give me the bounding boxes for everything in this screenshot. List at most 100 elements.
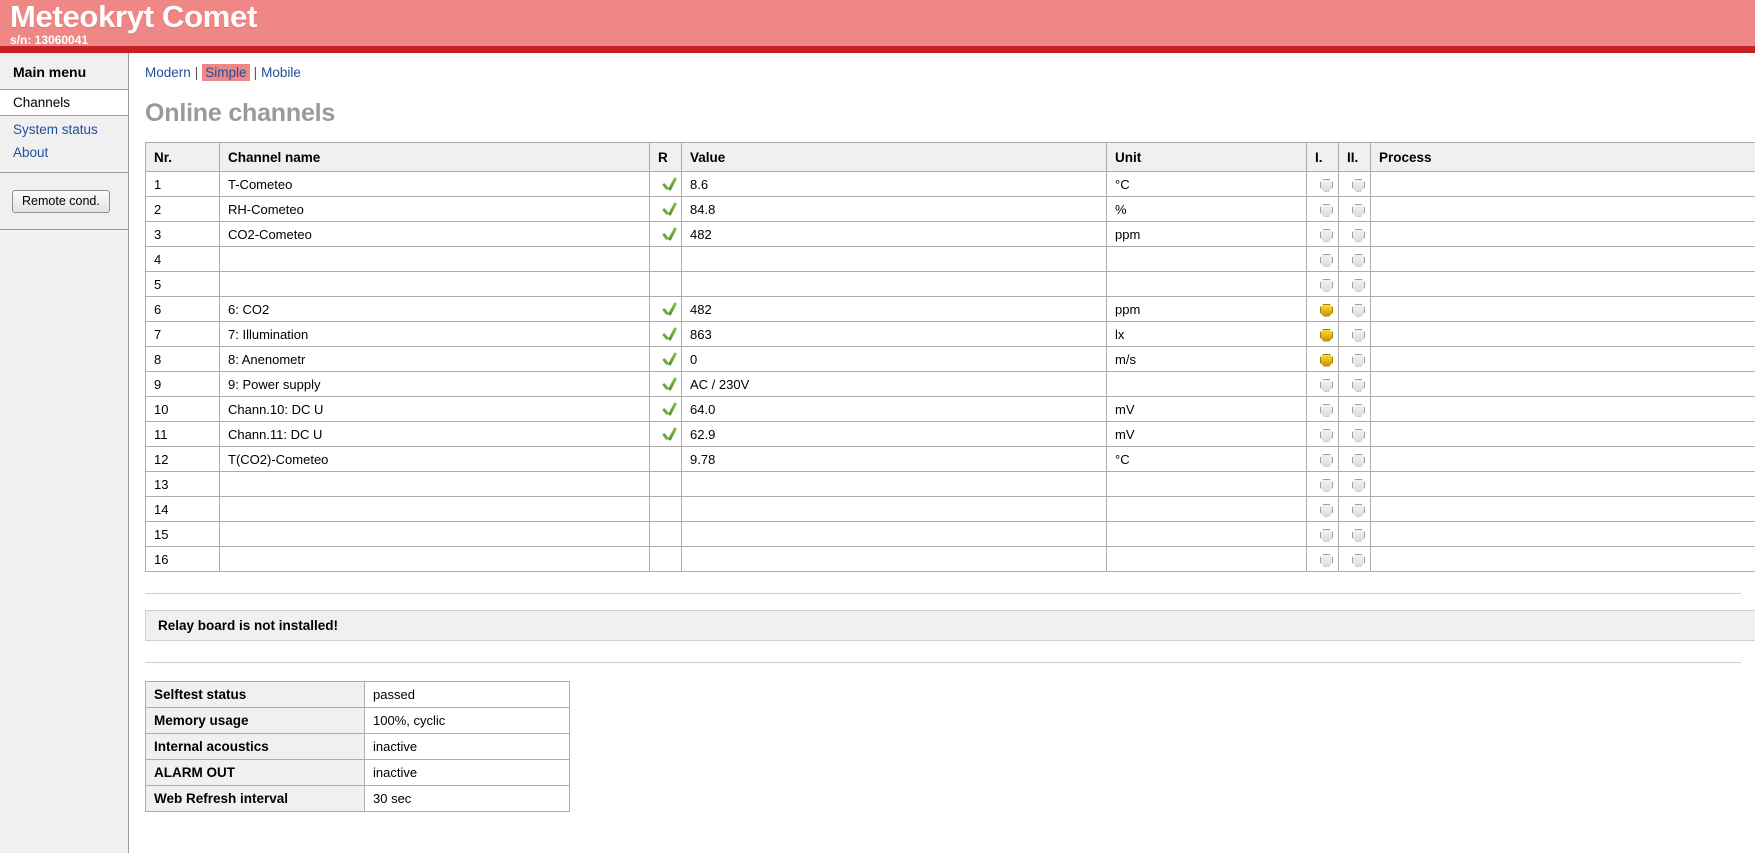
sidebar-item-channels[interactable]: Channels	[0, 90, 128, 116]
cell-indicator-ii	[1338, 246, 1371, 272]
led-indicator-on-icon[interactable]	[1320, 303, 1333, 317]
led-indicator-off-icon[interactable]	[1320, 203, 1333, 217]
led-indicator-off-icon[interactable]	[1352, 203, 1365, 217]
view-mode-modern[interactable]: Modern	[145, 65, 191, 80]
cell-nr: 9	[145, 371, 220, 397]
cell-name: T(CO2)-Cometeo	[219, 446, 650, 472]
sidebar-menu: Channels System status About	[0, 90, 128, 173]
led-indicator-off-icon[interactable]	[1352, 528, 1365, 542]
table-row: 14	[145, 496, 1755, 522]
cell-name: T-Cometeo	[219, 171, 650, 197]
led-indicator-off-icon[interactable]	[1352, 478, 1365, 492]
page-root: Meteokryt Comet s/n: 13060041 Main menu …	[0, 0, 1755, 854]
led-indicator-off-icon[interactable]	[1352, 328, 1365, 342]
cell-indicator-i	[1306, 546, 1339, 572]
cell-indicator-ii	[1338, 321, 1371, 347]
check-icon	[662, 228, 677, 242]
cell-process	[1370, 296, 1755, 322]
sidebar: Main menu Channels System status About R…	[0, 53, 129, 853]
status-row: Memory usage 100%, cyclic	[145, 707, 570, 734]
cell-indicator-i	[1306, 446, 1339, 472]
cell-value	[681, 521, 1107, 547]
table-row: 1 T-Cometeo 8.6 °C	[145, 171, 1755, 197]
section-divider-2	[145, 662, 1741, 663]
led-indicator-off-icon[interactable]	[1352, 228, 1365, 242]
view-mode-simple[interactable]: Simple	[202, 64, 250, 81]
cell-r	[649, 271, 682, 297]
cell-name	[219, 546, 650, 572]
led-indicator-off-icon[interactable]	[1320, 428, 1333, 442]
cell-indicator-ii	[1338, 471, 1371, 497]
status-value: inactive	[364, 733, 570, 760]
table-row: 8 8: Anenometr 0 m/s	[145, 346, 1755, 372]
cell-indicator-i	[1306, 421, 1339, 447]
led-indicator-off-icon[interactable]	[1352, 353, 1365, 367]
led-indicator-off-icon[interactable]	[1320, 228, 1333, 242]
sidebar-item-about[interactable]: About	[0, 141, 128, 164]
view-mode-mobile[interactable]: Mobile	[261, 65, 301, 80]
col-header-name: Channel name	[219, 142, 650, 172]
led-indicator-off-icon[interactable]	[1320, 278, 1333, 292]
cell-unit: °C	[1106, 171, 1307, 197]
led-indicator-off-icon[interactable]	[1352, 178, 1365, 192]
cell-nr: 1	[145, 171, 220, 197]
table-row: 5	[145, 271, 1755, 297]
led-indicator-off-icon[interactable]	[1352, 378, 1365, 392]
cell-unit	[1106, 471, 1307, 497]
cell-indicator-ii	[1338, 221, 1371, 247]
cell-r	[649, 321, 682, 347]
header-rule	[0, 46, 1755, 53]
cell-r	[649, 546, 682, 572]
status-value: passed	[364, 681, 570, 708]
led-indicator-off-icon[interactable]	[1320, 478, 1333, 492]
led-indicator-off-icon[interactable]	[1320, 503, 1333, 517]
cell-unit: %	[1106, 196, 1307, 222]
cell-nr: 6	[145, 296, 220, 322]
cell-process	[1370, 546, 1755, 572]
cell-nr: 11	[145, 421, 220, 447]
led-indicator-off-icon[interactable]	[1320, 553, 1333, 567]
cell-value: 8.6	[681, 171, 1107, 197]
led-indicator-off-icon[interactable]	[1320, 528, 1333, 542]
cell-name: CO2-Cometeo	[219, 221, 650, 247]
led-indicator-off-icon[interactable]	[1352, 553, 1365, 567]
status-table-wrapper: Selftest status passed Memory usage 100%, c…	[145, 681, 1755, 812]
led-indicator-off-icon[interactable]	[1320, 253, 1333, 267]
led-indicator-off-icon[interactable]	[1352, 428, 1365, 442]
check-icon	[662, 353, 677, 367]
cell-indicator-ii	[1338, 296, 1371, 322]
cell-name: Chann.11: DC U	[219, 421, 650, 447]
led-indicator-off-icon[interactable]	[1320, 378, 1333, 392]
check-icon	[662, 178, 677, 192]
cell-name	[219, 496, 650, 522]
cell-nr: 10	[145, 396, 220, 422]
cell-name: 6: CO2	[219, 296, 650, 322]
led-indicator-off-icon[interactable]	[1320, 403, 1333, 417]
cell-r	[649, 196, 682, 222]
cell-r	[649, 296, 682, 322]
status-label: ALARM OUT	[145, 759, 365, 786]
cell-name: 9: Power supply	[219, 371, 650, 397]
led-indicator-off-icon[interactable]	[1352, 403, 1365, 417]
remote-cond-button[interactable]: Remote cond.	[12, 190, 110, 213]
led-indicator-off-icon[interactable]	[1352, 503, 1365, 517]
sidebar-item-system-status[interactable]: System status	[0, 118, 128, 141]
cell-process	[1370, 171, 1755, 197]
cell-process	[1370, 421, 1755, 447]
led-indicator-off-icon[interactable]	[1320, 453, 1333, 467]
cell-indicator-ii	[1338, 196, 1371, 222]
cell-name: 7: Illumination	[219, 321, 650, 347]
cell-name	[219, 271, 650, 297]
cell-value: 0	[681, 346, 1107, 372]
status-value: inactive	[364, 759, 570, 786]
led-indicator-on-icon[interactable]	[1320, 328, 1333, 342]
cell-indicator-ii	[1338, 271, 1371, 297]
led-indicator-off-icon[interactable]	[1352, 303, 1365, 317]
led-indicator-off-icon[interactable]	[1352, 253, 1365, 267]
led-indicator-on-icon[interactable]	[1320, 353, 1333, 367]
led-indicator-off-icon[interactable]	[1320, 178, 1333, 192]
cell-indicator-i	[1306, 471, 1339, 497]
led-indicator-off-icon[interactable]	[1352, 278, 1365, 292]
table-row: 4	[145, 246, 1755, 272]
led-indicator-off-icon[interactable]	[1352, 453, 1365, 467]
